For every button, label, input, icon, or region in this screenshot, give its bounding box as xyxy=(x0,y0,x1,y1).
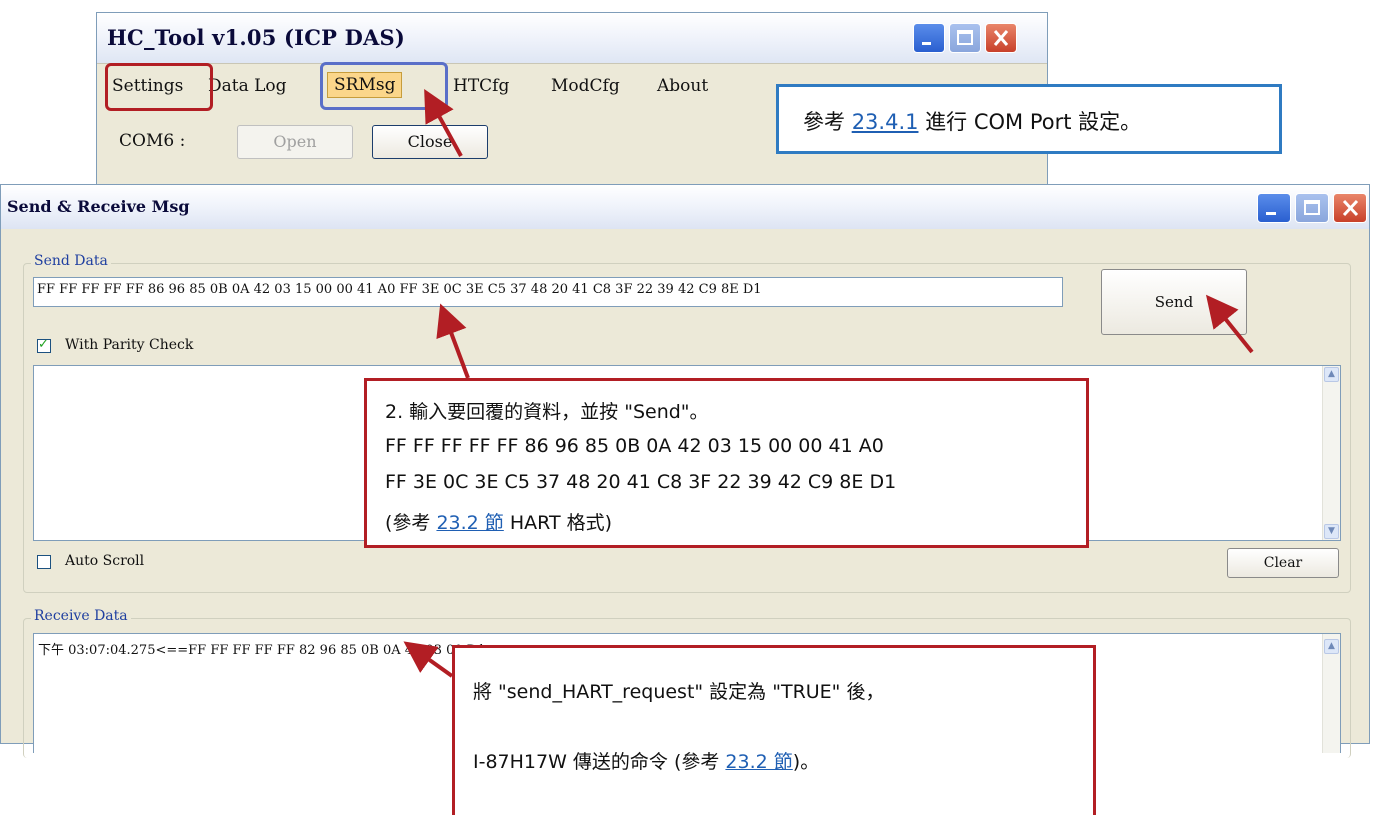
arrow-to-send-input xyxy=(436,303,470,379)
arrow-to-send-button xyxy=(1205,294,1254,354)
annotation-arrows xyxy=(403,88,1254,678)
arrow-to-srmsg xyxy=(424,88,463,157)
arrow-to-receive-line xyxy=(403,641,454,678)
